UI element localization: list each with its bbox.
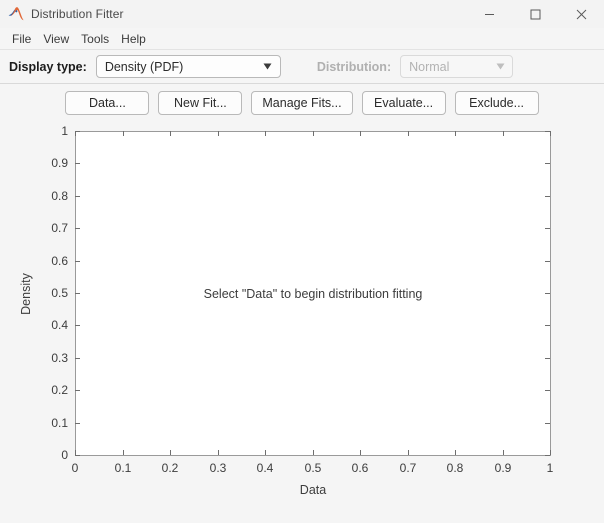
exclude-button[interactable]: Exclude...	[454, 91, 539, 115]
x-axis-tick-label: 0.9	[494, 461, 512, 475]
y-axis-tick-label: 0.3	[51, 351, 68, 365]
y-axis-tick	[75, 325, 80, 326]
y-axis-tick	[75, 423, 80, 424]
y-axis-tick	[75, 261, 80, 262]
menu-item-tools[interactable]: Tools	[75, 30, 115, 48]
y-axis-tick	[545, 390, 550, 391]
x-axis-tick-label: 0.7	[399, 461, 417, 475]
x-axis-tick-label: 1	[546, 461, 554, 475]
close-button[interactable]	[558, 0, 604, 28]
evaluate-button[interactable]: Evaluate...	[361, 91, 446, 115]
distribution-plot[interactable]: 0 0.1 0.2 0.3 0.4 0.5 0.6 0.7 0.8 0.9 1 0 0.1 0.2 0.3…	[0, 120, 604, 523]
y-axis-tick	[75, 196, 80, 197]
x-axis-tick	[170, 450, 171, 455]
menu-item-help[interactable]: Help	[115, 30, 152, 48]
distribution-label: Distribution:	[316, 59, 392, 74]
y-axis-tick	[545, 261, 550, 262]
menu-bar: File View Tools Help	[0, 28, 604, 50]
x-axis-tick-label: 0.2	[161, 461, 179, 475]
x-axis-tick	[123, 131, 124, 136]
menu-item-view[interactable]: View	[37, 30, 75, 48]
chevron-down-icon-disabled	[488, 63, 512, 70]
x-axis-tick-label: 0.8	[446, 461, 464, 475]
distribution-dropdown: Normal	[400, 55, 514, 78]
x-axis-tick	[218, 450, 219, 455]
x-axis-tick	[313, 450, 314, 455]
y-axis-tick-label: 0.6	[51, 254, 68, 268]
x-axis-tick	[408, 131, 409, 136]
distribution-fitter-window: Distribution Fitter File View Tools Help…	[0, 0, 604, 523]
y-axis-tick	[545, 455, 550, 456]
y-axis-tick	[75, 358, 80, 359]
x-axis-tick	[265, 450, 266, 455]
x-axis-tick	[455, 131, 456, 136]
y-axis-tick	[545, 163, 550, 164]
x-axis-tick	[360, 450, 361, 455]
display-type-value: Density (PDF)	[104, 59, 184, 74]
x-axis-tick-label: 0.3	[209, 461, 227, 475]
display-type-label: Display type:	[9, 59, 87, 74]
y-axis-tick	[75, 131, 80, 132]
x-axis-tick-label: 0.5	[304, 461, 322, 475]
y-axis-tick	[75, 163, 80, 164]
display-type-dropdown[interactable]: Density (PDF)	[95, 55, 281, 78]
matlab-membrane-icon	[8, 7, 24, 21]
y-axis-tick-label: 0.7	[51, 221, 68, 235]
x-axis-tick	[455, 450, 456, 455]
x-axis-tick-label: 0.6	[351, 461, 369, 475]
x-axis-tick	[503, 450, 504, 455]
y-axis-tick	[545, 358, 550, 359]
x-axis-tick	[550, 131, 551, 136]
x-axis-tick-label: 0	[71, 461, 79, 475]
empty-state-message: Select "Data" to begin distribution fitt…	[203, 286, 423, 301]
y-axis-tick-label: 0.8	[51, 189, 68, 203]
x-axis-tick	[313, 131, 314, 136]
y-axis-tick	[545, 293, 550, 294]
y-axis-tick-label: 0.9	[51, 156, 68, 170]
x-axis-tick	[360, 131, 361, 136]
action-button-bar: Data... New Fit... Manage Fits... Evalua…	[0, 84, 604, 120]
y-axis-tick-label: 0.5	[51, 286, 68, 300]
x-axis-tick	[503, 131, 504, 136]
y-axis-tick	[75, 228, 80, 229]
x-axis-tick	[170, 131, 171, 136]
x-axis-tick-label: 0.1	[114, 461, 132, 475]
y-axis-tick-label: 1	[61, 124, 68, 138]
chevron-down-icon	[256, 63, 280, 70]
y-axis-tick-label: 0.4	[51, 318, 68, 332]
x-axis-tick	[265, 131, 266, 136]
display-options-bar: Display type: Density (PDF) Distribution…	[0, 50, 604, 84]
x-axis-tick	[550, 450, 551, 455]
maximize-button[interactable]	[512, 0, 558, 28]
y-axis-tick-label: 0.2	[51, 383, 68, 397]
distribution-value: Normal	[409, 59, 450, 74]
y-axis-tick	[75, 390, 80, 391]
y-axis-label: Density	[19, 272, 33, 315]
y-axis-tick	[545, 423, 550, 424]
y-axis-tick	[75, 293, 80, 294]
x-axis-tick-label: 0.4	[256, 461, 274, 475]
manage-fits-button[interactable]: Manage Fits...	[251, 91, 353, 115]
y-axis-tick	[75, 455, 80, 456]
y-axis-tick-label: 0.1	[51, 416, 68, 430]
y-axis-tick	[545, 131, 550, 132]
window-controls	[466, 0, 604, 28]
x-axis-tick	[408, 450, 409, 455]
y-axis-tick-label: 0	[61, 448, 68, 462]
menu-item-file[interactable]: File	[6, 30, 37, 48]
data-button[interactable]: Data...	[65, 91, 150, 115]
x-axis-tick	[123, 450, 124, 455]
minimize-button[interactable]	[466, 0, 512, 28]
y-axis-tick	[545, 196, 550, 197]
x-axis-tick	[218, 131, 219, 136]
window-title: Distribution Fitter	[31, 7, 124, 21]
y-axis-tick	[545, 228, 550, 229]
new-fit-button[interactable]: New Fit...	[158, 91, 243, 115]
title-bar: Distribution Fitter	[0, 0, 604, 28]
y-axis-tick	[545, 325, 550, 326]
x-axis-label: Data	[299, 483, 327, 497]
